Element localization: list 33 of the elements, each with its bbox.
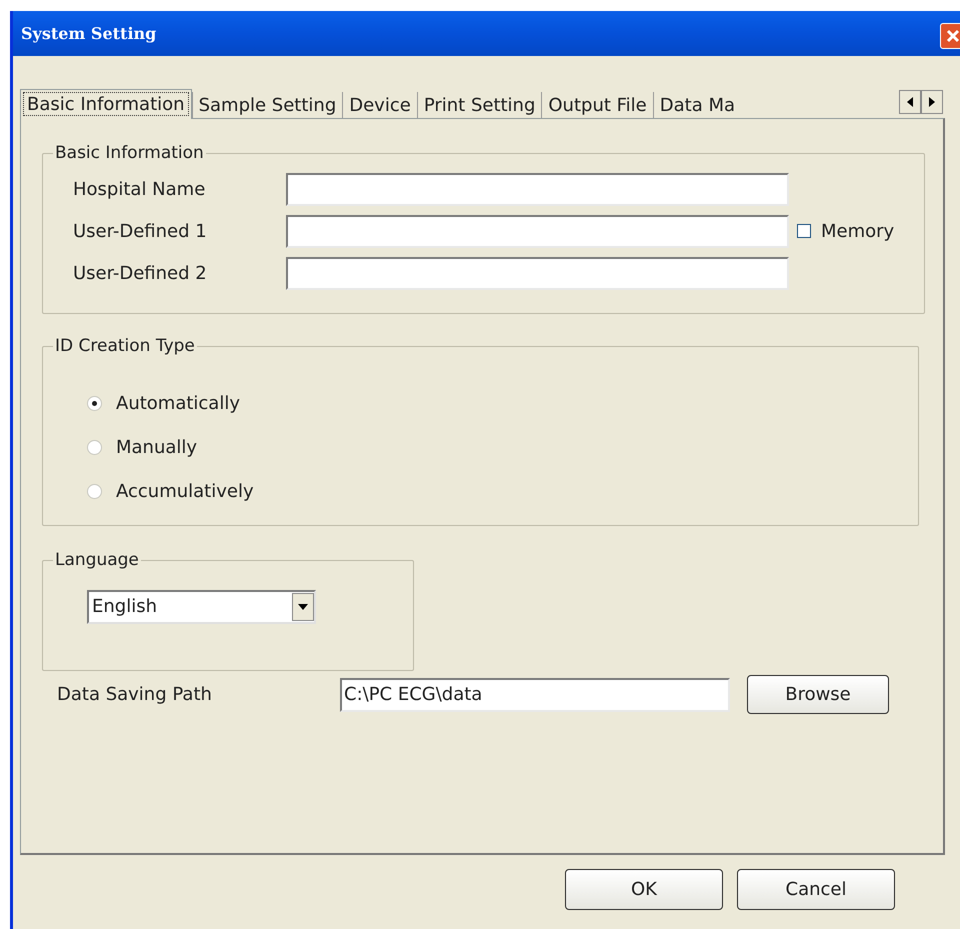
path-input[interactable]: C:\PC ECG\data — [340, 678, 730, 712]
text-input[interactable] — [286, 172, 789, 206]
dialog-button[interactable]: Cancel — [737, 869, 895, 910]
right-triangle-icon — [929, 97, 935, 107]
radio-label: Manually — [116, 436, 198, 460]
field-label: User-Defined 2 — [73, 262, 208, 286]
checkbox-label: Memory — [821, 220, 894, 244]
window-title: System Setting — [21, 22, 156, 44]
field-label: Hospital Name — [73, 178, 206, 202]
dropdown-value: English — [92, 595, 157, 619]
group-title: Basic Information — [54, 142, 205, 165]
text-input[interactable] — [286, 214, 789, 248]
radio-button[interactable] — [87, 440, 102, 454]
language-dropdown[interactable]: English — [87, 590, 316, 624]
radio-button[interactable] — [87, 484, 102, 498]
dialog-button[interactable]: OK — [565, 869, 723, 910]
memory-checkbox[interactable] — [797, 224, 811, 238]
group-title: Language — [54, 549, 140, 572]
close-icon — [945, 28, 960, 44]
caret-icon — [298, 604, 308, 610]
scroll-left-button[interactable] — [899, 90, 921, 114]
browse-button[interactable]: Browse — [747, 675, 889, 714]
tab[interactable]: Basic Information — [20, 89, 192, 119]
field-label: Data Saving Path — [57, 683, 213, 707]
field-label: User-Defined 1 — [73, 220, 208, 244]
left-triangle-icon — [907, 97, 913, 107]
radio-label: Automatically — [116, 392, 240, 416]
radio-label: Accumulatively — [116, 480, 254, 504]
radio-button[interactable] — [87, 396, 102, 410]
scroll-right-button[interactable] — [921, 90, 943, 114]
group-title: ID Creation Type — [54, 335, 196, 358]
close-button[interactable] — [940, 23, 960, 49]
text-input[interactable] — [286, 256, 789, 290]
